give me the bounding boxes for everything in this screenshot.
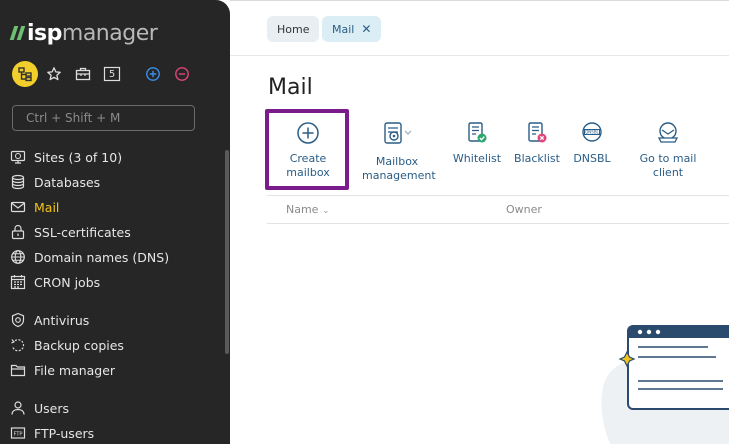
counter-value: 5 — [108, 69, 116, 80]
svg-text:DNSBL: DNSBL — [585, 130, 599, 135]
sidebar-item-backup[interactable]: Backup copies — [10, 334, 124, 356]
sidebar-item-label: File manager — [34, 362, 116, 378]
user-menu-button[interactable] — [12, 61, 38, 87]
logo-mark-icon — [9, 26, 26, 40]
create-mailbox-highlight — [265, 109, 349, 190]
table-header: Name ⌄ Owner — [267, 195, 729, 224]
tree-icon — [18, 67, 32, 82]
column-label: Owner — [506, 203, 542, 216]
tab-mail[interactable]: Mail ✕ — [322, 16, 382, 42]
mailbox-management-button[interactable]: Mailbox management — [362, 120, 436, 183]
user-icon — [10, 400, 26, 416]
svg-text:FTP: FTP — [14, 432, 23, 438]
sidebar-item-label: Sites (3 of 10) — [34, 149, 123, 165]
counter-button[interactable]: 5 — [98, 60, 126, 88]
mail-client-icon — [636, 120, 700, 146]
dnsbl-button[interactable]: DNSBL DNSBL — [570, 120, 614, 166]
whitelist-icon — [452, 120, 502, 146]
blacklist-button[interactable]: Blacklist — [513, 120, 561, 166]
sidebar-item-label: Mail — [34, 199, 60, 215]
add-button[interactable] — [139, 60, 167, 88]
sidebar-scrollbar[interactable] — [225, 150, 229, 354]
plus-circle-icon — [146, 67, 160, 81]
minus-circle-icon — [175, 67, 189, 81]
database-icon — [10, 174, 26, 190]
folder-icon — [10, 362, 26, 378]
star-icon — [47, 67, 61, 81]
sidebar-item-label: Backup copies — [34, 337, 124, 353]
sidebar-item-cron[interactable]: CRON jobs — [10, 271, 100, 293]
blacklist-icon — [513, 120, 561, 146]
sidebar-item-ssl[interactable]: SSL-certificates — [10, 221, 131, 243]
backup-icon — [10, 337, 26, 353]
sidebar-item-antivirus[interactable]: Antivirus — [10, 309, 89, 331]
empty-state-illustration — [598, 320, 729, 444]
column-label: Name — [286, 203, 319, 216]
sidebar-item-label: Databases — [34, 174, 101, 190]
sidebar-item-label: Antivirus — [34, 312, 90, 328]
sidebar-item-dns[interactable]: Domain names (DNS) — [10, 246, 169, 268]
menu-search-input[interactable] — [12, 105, 195, 131]
sidebar: isp manager 5 Ctrl + Shift + M Sites (3 … — [0, 0, 230, 444]
mailbox-management-icon — [362, 120, 432, 146]
logo-text-bold: isp — [27, 20, 62, 46]
calendar-icon — [10, 274, 26, 290]
tab-bar: Home Mail ✕ — [230, 0, 729, 56]
go-to-mail-client-label-line1: Go to mail — [639, 152, 697, 165]
tab-label: Mail — [332, 22, 355, 36]
logo-text-light: manager — [61, 20, 158, 46]
sidebar-item-label: CRON jobs — [34, 274, 101, 290]
tab-label: Home — [277, 22, 310, 36]
tab-home[interactable]: Home — [267, 16, 320, 42]
quick-access-bar: 5 — [12, 60, 197, 88]
sidebar-item-users[interactable]: Users — [10, 397, 69, 419]
whitelist-button[interactable]: Whitelist — [452, 120, 502, 166]
shield-icon — [10, 312, 26, 328]
remove-button[interactable] — [168, 60, 196, 88]
go-to-mail-client-button[interactable]: Go to mail client — [636, 120, 700, 180]
dnsbl-icon: DNSBL — [570, 120, 614, 146]
sidebar-item-sites[interactable]: Sites (3 of 10) — [10, 146, 122, 168]
sidebar-item-label: Domain names (DNS) — [34, 249, 170, 265]
column-header-name[interactable]: Name ⌄ — [286, 203, 330, 216]
sidebar-item-label: FTP-users — [34, 425, 95, 441]
column-header-owner[interactable]: Owner — [506, 203, 542, 216]
briefcase-button[interactable] — [69, 60, 97, 88]
sidebar-item-file-manager[interactable]: File manager — [10, 359, 115, 381]
mailbox-management-label-line1: Mailbox — [375, 155, 419, 168]
globe-icon — [10, 249, 26, 265]
chevron-down-icon: ⌄ — [321, 206, 330, 216]
sites-icon — [10, 149, 26, 165]
page-title: Mail — [268, 75, 313, 100]
lock-icon — [10, 224, 26, 240]
isp-manager-logo[interactable]: isp manager — [9, 20, 158, 46]
blacklist-label: Blacklist — [514, 152, 560, 165]
whitelist-label: Whitelist — [452, 152, 502, 165]
sidebar-item-label: SSL-certificates — [34, 224, 131, 240]
close-icon[interactable]: ✕ — [361, 22, 371, 36]
sidebar-item-ftp-users[interactable]: FTP FTP-users — [10, 422, 94, 444]
ftp-icon: FTP — [10, 425, 26, 441]
mailbox-management-label-line2: management — [362, 169, 436, 182]
mail-icon — [10, 199, 26, 215]
sidebar-item-mail[interactable]: Mail — [10, 196, 59, 218]
sidebar-item-databases[interactable]: Databases — [10, 171, 100, 193]
sidebar-item-label: Users — [34, 400, 70, 416]
briefcase-icon — [75, 67, 91, 81]
favorites-button[interactable] — [40, 60, 68, 88]
go-to-mail-client-label-line2: client — [652, 166, 684, 179]
dnsbl-label: DNSBL — [573, 152, 611, 165]
